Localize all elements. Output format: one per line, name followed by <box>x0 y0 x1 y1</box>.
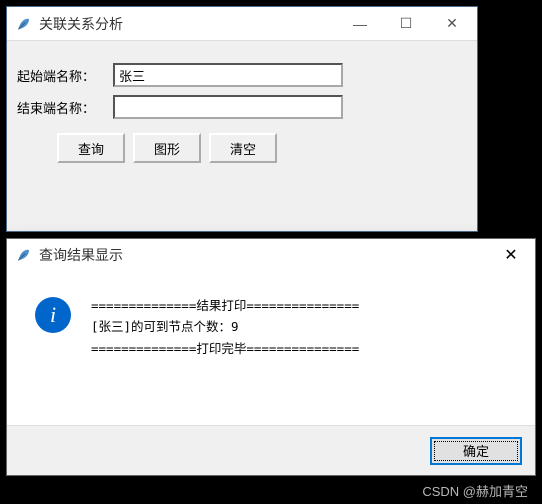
titlebar[interactable]: 关联关系分析 — ☐ ✕ <box>7 7 477 41</box>
feather-icon <box>15 16 31 32</box>
button-row: 查询 图形 清空 <box>57 133 467 163</box>
msg-line2: [张三]的可到节点个数：9 <box>91 319 239 334</box>
start-input[interactable] <box>113 63 343 87</box>
query-button[interactable]: 查询 <box>57 133 125 163</box>
msg-line3: ==============打印完毕=============== <box>91 341 359 356</box>
end-input[interactable] <box>113 95 343 119</box>
window-title: 关联关系分析 <box>39 14 337 34</box>
dialog-title: 查询结果显示 <box>39 245 491 265</box>
dialog-footer: 确定 <box>7 425 535 475</box>
result-dialog: 查询结果显示 ✕ i ==============结果打印===========… <box>6 238 536 476</box>
graph-button[interactable]: 图形 <box>133 133 201 163</box>
clear-button[interactable]: 清空 <box>209 133 277 163</box>
dialog-message: ==============结果打印=============== [张三]的可… <box>91 295 359 359</box>
end-row: 结束端名称： <box>17 95 467 119</box>
feather-icon <box>15 247 31 263</box>
maximize-button[interactable]: ☐ <box>383 9 429 39</box>
watermark: CSDN @赫加青空 <box>422 481 528 500</box>
main-window: 关联关系分析 — ☐ ✕ 起始端名称： 结束端名称： 查询 图形 清空 <box>6 6 478 232</box>
start-row: 起始端名称： <box>17 63 467 87</box>
dialog-titlebar[interactable]: 查询结果显示 ✕ <box>7 239 535 271</box>
close-button[interactable]: ✕ <box>429 9 475 39</box>
minimize-button[interactable]: — <box>337 9 383 39</box>
window-controls: — ☐ ✕ <box>337 9 475 39</box>
dialog-body: i ==============结果打印=============== [张三]… <box>7 271 535 369</box>
ok-button[interactable]: 确定 <box>431 438 521 464</box>
start-label: 起始端名称： <box>17 66 113 85</box>
msg-line1: ==============结果打印=============== <box>91 298 359 313</box>
form-area: 起始端名称： 结束端名称： 查询 图形 清空 <box>7 41 477 173</box>
end-label: 结束端名称： <box>17 98 113 117</box>
dialog-close-button[interactable]: ✕ <box>491 241 531 269</box>
info-icon: i <box>35 297 71 333</box>
